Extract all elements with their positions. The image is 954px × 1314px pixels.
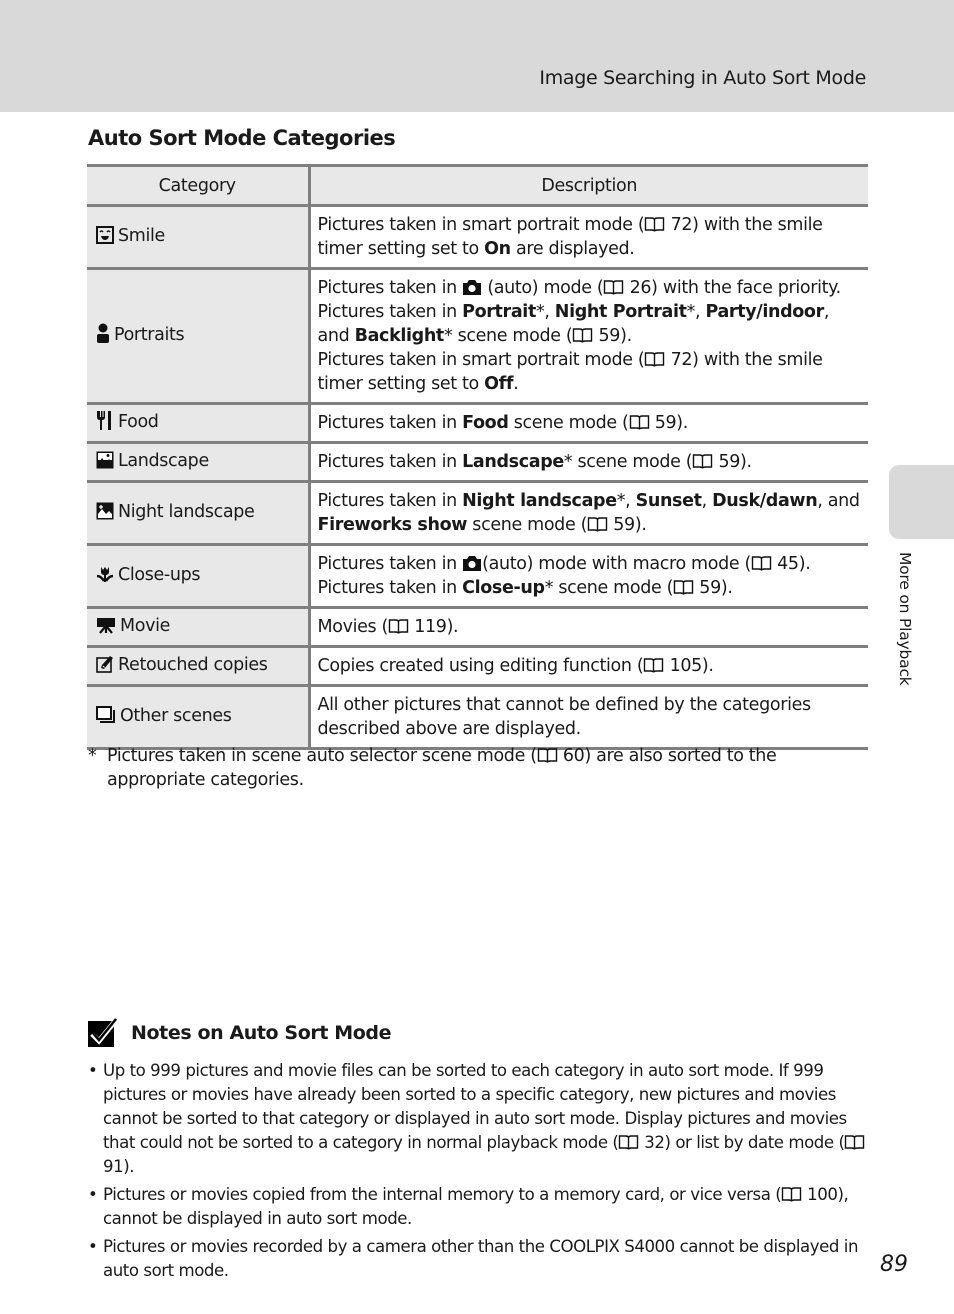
food-icon [96, 410, 114, 437]
description-cell: Pictures taken in (auto) mode with macro… [309, 543, 868, 609]
description-cell: Pictures taken in Night landscape*, Suns… [309, 480, 868, 546]
description-line: Pictures taken in smart portrait mode ( … [317, 350, 823, 394]
description-cell: Copies created using editing function ( … [309, 645, 868, 687]
book-reference-icon [388, 619, 409, 634]
table-row: Landscape Pictures taken in Landscape* sc… [87, 441, 868, 483]
book-reference-icon [673, 580, 694, 595]
column-header-description: Description [309, 164, 868, 207]
bullet: • [88, 1237, 98, 1256]
table-row: Food Pictures taken in Food scene mode ( … [87, 402, 868, 444]
category-cell: Landscape [87, 441, 311, 483]
footnote: * Pictures taken in scene auto selector … [88, 744, 808, 792]
category-cell: Food [87, 402, 311, 444]
chapter-tab [889, 465, 954, 539]
category-cell: Retouched copies [87, 645, 311, 687]
footnote-text: Pictures taken in scene auto selector sc… [107, 746, 777, 790]
description-cell: Pictures taken in smart portrait mode ( … [309, 204, 868, 270]
description-line: Pictures taken in Portrait*, Night Portr… [317, 302, 830, 346]
description-cell: Pictures taken in Landscape* scene mode … [309, 441, 868, 483]
notes-heading: Notes on Auto Sort Mode [88, 1018, 391, 1048]
movie-icon [96, 616, 116, 641]
note-item: • Pictures or movies recorded by a camera… [88, 1237, 859, 1280]
section-title: Auto Sort Mode Categories [88, 126, 396, 150]
landscape-icon [96, 451, 114, 476]
smile-icon [96, 225, 114, 251]
description-line: Pictures taken in Landscape* scene mode … [317, 452, 753, 472]
bullet: • [88, 1061, 98, 1080]
book-reference-icon [619, 1135, 639, 1150]
auto-mode-camera-icon [463, 556, 482, 571]
category-label: Close-ups [118, 564, 201, 585]
night-landscape-icon [96, 502, 114, 527]
table-row: Close-ups Pictures taken in (auto) mode w… [87, 543, 868, 609]
chapter-label: More on Playback [896, 552, 914, 686]
checkmark-icon [88, 1018, 118, 1047]
running-header: Image Searching in Auto Sort Mode [539, 67, 866, 89]
book-reference-icon [751, 556, 772, 571]
table-row: Retouched copies Copies created using edi… [87, 645, 868, 687]
description-line: Pictures taken in (auto) mode with macro… [317, 554, 811, 574]
table-row: Night landscape Pictures taken in Night l… [87, 480, 868, 546]
table-header-row: Category Description [87, 164, 868, 207]
book-reference-icon [587, 517, 608, 532]
description-cell: All other pictures that cannot be define… [309, 684, 868, 750]
category-label: Landscape [118, 450, 209, 471]
category-cell: Other scenes [87, 684, 311, 750]
notes-title: Notes on Auto Sort Mode [131, 1022, 392, 1044]
book-reference-icon [573, 328, 593, 343]
auto-mode-camera-icon [463, 280, 482, 295]
book-reference-icon [644, 658, 664, 673]
page-number: 89 [880, 1252, 908, 1277]
category-label: Night landscape [118, 501, 255, 522]
category-cell: Portraits [87, 267, 311, 405]
table-row: Other scenes All other pictures that cann… [87, 684, 868, 750]
category-cell: Close-ups [87, 543, 311, 609]
note-item: • Pictures or movies copied from the inte… [88, 1185, 849, 1228]
book-reference-icon [645, 352, 665, 367]
category-cell: Night landscape [87, 480, 311, 546]
category-label: Portraits [114, 324, 185, 345]
book-reference-icon [629, 415, 649, 430]
notes-list: • Up to 999 pictures and movie files can … [88, 1059, 868, 1287]
category-cell: Smile [87, 204, 311, 270]
table-row: Portraits Pictures taken in (auto) mode (… [87, 267, 868, 405]
category-label: Food [118, 411, 159, 432]
description-cell: Movies ( 119). [309, 606, 868, 648]
book-reference-icon [782, 1187, 802, 1202]
category-label: Other scenes [120, 705, 232, 726]
category-label: Smile [118, 225, 165, 246]
column-header-category: Category [87, 164, 311, 207]
description-cell: Pictures taken in (auto) mode ( 26) with… [309, 267, 868, 405]
book-reference-icon [604, 280, 624, 295]
description-line: Copies created using editing function ( … [317, 656, 714, 676]
note-item: • Up to 999 pictures and movie files can … [88, 1059, 868, 1179]
book-reference-icon [845, 1135, 865, 1150]
table-row: Smile Pictures taken in smart portrait mo… [87, 204, 868, 270]
description-line: Pictures taken in (auto) mode ( 26) with… [317, 278, 842, 298]
description-line: All other pictures that cannot be define… [317, 695, 812, 739]
book-reference-icon [645, 217, 665, 232]
close-up-icon [96, 565, 114, 590]
book-reference-icon [537, 748, 557, 763]
description-line: Pictures taken in Night landscape*, Suns… [317, 491, 861, 535]
category-label: Retouched copies [118, 654, 268, 675]
description-line: Pictures taken in Close-up* scene mode (… [317, 578, 733, 598]
category-cell: Movie [87, 606, 311, 648]
retouch-icon [96, 655, 114, 680]
description-line: Pictures taken in Food scene mode ( 59). [317, 413, 689, 433]
portrait-icon [96, 323, 110, 350]
book-reference-icon [693, 454, 713, 469]
other-scenes-icon [96, 705, 116, 731]
description-line: Pictures taken in smart portrait mode ( … [317, 215, 823, 259]
description-line: Movies ( 119). [317, 617, 459, 637]
footnote-marker: * [88, 746, 97, 766]
bullet: • [88, 1185, 98, 1204]
category-label: Movie [120, 615, 171, 636]
table-body: Smile Pictures taken in smart portrait mo… [87, 204, 868, 750]
description-cell: Pictures taken in Food scene mode ( 59). [309, 402, 868, 444]
categories-table: Category Description Smile Pictures taken… [87, 164, 868, 750]
table-row: Movie Movies ( 119). [87, 606, 868, 648]
header-band [0, 0, 954, 112]
